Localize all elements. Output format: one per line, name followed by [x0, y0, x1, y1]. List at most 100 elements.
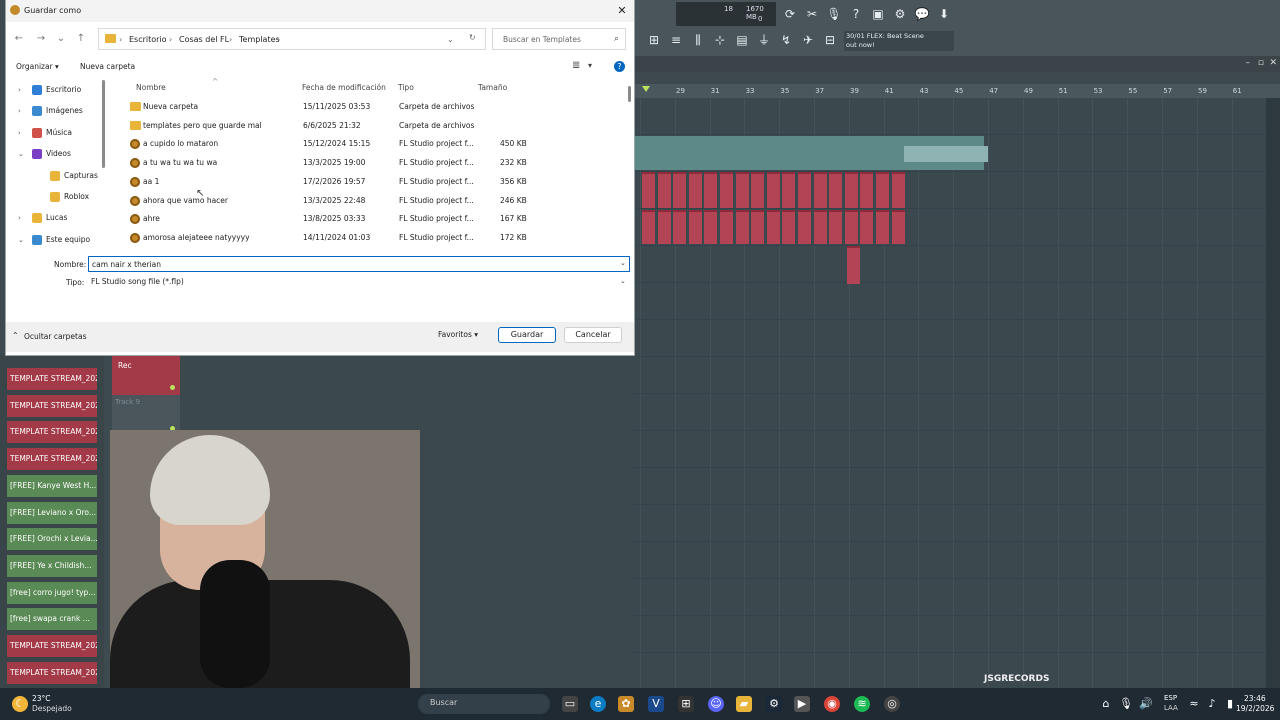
- browser-item[interactable]: TEMPLATE STREAM_2026-...: [7, 448, 97, 471]
- vegas-icon[interactable]: V: [648, 696, 664, 712]
- nav-item[interactable]: › Imágenes: [6, 101, 104, 121]
- pattern-clip[interactable]: [876, 172, 889, 208]
- pattern-clip[interactable]: [735, 210, 749, 244]
- language-indicator[interactable]: ESP: [1164, 694, 1177, 702]
- cancel-button[interactable]: Cancelar: [564, 327, 622, 343]
- plugin-icon[interactable]: ⚙: [892, 6, 908, 22]
- spotify-icon[interactable]: ≋: [854, 696, 870, 712]
- audio-clip-tail[interactable]: [904, 146, 988, 162]
- file-list-scrollbar[interactable]: [628, 86, 631, 102]
- view-dropdown-icon[interactable]: ▾: [588, 61, 592, 70]
- filetype-dropdown-icon[interactable]: ⌄: [620, 277, 626, 285]
- browser-item[interactable]: TEMPLATE STREAM_2026-...: [7, 421, 97, 444]
- pattern-clip[interactable]: [704, 172, 718, 208]
- pattern-clip[interactable]: [891, 210, 905, 244]
- dialog-close-button[interactable]: ✕: [614, 3, 630, 19]
- tool-icon[interactable]: ▤: [734, 32, 750, 48]
- tool-icon[interactable]: ✈: [800, 32, 816, 48]
- navigation-scrollbar[interactable]: [102, 80, 105, 168]
- maximize-icon[interactable]: ▫: [1258, 58, 1264, 68]
- column-header-name[interactable]: Nombre: [136, 83, 166, 92]
- pattern-clip[interactable]: [813, 172, 827, 208]
- browser-item[interactable]: TEMPLATE STREAM_202...: [7, 635, 97, 657]
- breadcrumb-item[interactable]: Templates: [239, 35, 280, 44]
- tool-icon[interactable]: ↯: [778, 32, 794, 48]
- discord-icon[interactable]: ☺: [708, 696, 724, 712]
- browser-item[interactable]: [free] corro jugo! typ...: [7, 581, 97, 604]
- fl-position-bar[interactable]: [634, 72, 1280, 84]
- help-icon[interactable]: ?: [848, 6, 864, 22]
- column-header-size[interactable]: Tamaño: [478, 83, 507, 92]
- view-options-icon[interactable]: ≣: [572, 60, 580, 71]
- weather-temp[interactable]: 23°C: [32, 694, 51, 703]
- pattern-clip[interactable]: [860, 172, 874, 208]
- obs-icon[interactable]: ◎: [884, 696, 900, 712]
- chrome-icon[interactable]: ◉: [824, 696, 840, 712]
- rec-track[interactable]: Rec: [112, 355, 180, 395]
- pattern-clip[interactable]: [688, 210, 702, 244]
- save-icon[interactable]: ▣: [870, 6, 886, 22]
- pattern-clip[interactable]: [798, 172, 811, 208]
- volume-icon[interactable]: 🔊: [1138, 696, 1154, 712]
- stream-deck-icon[interactable]: ⊞: [678, 696, 694, 712]
- refresh-icon[interactable]: ↻: [469, 33, 476, 42]
- pattern-clip[interactable]: [673, 172, 687, 208]
- minimize-icon[interactable]: –: [1246, 58, 1251, 68]
- expand-arrow-icon[interactable]: ⌄: [18, 144, 24, 164]
- browser-item[interactable]: [FREE] Orochi x Levia...: [7, 528, 97, 551]
- breadcrumb-item[interactable]: Escritorio: [129, 35, 167, 44]
- dialog-title-bar[interactable]: Guardar como ✕: [6, 0, 634, 22]
- pattern-clip[interactable]: [657, 172, 671, 208]
- mic-tray-icon[interactable]: 🎙: [1118, 696, 1134, 712]
- recent-locations-icon[interactable]: ⌄: [54, 32, 68, 46]
- pattern-clip[interactable]: [642, 210, 655, 244]
- mic-icon[interactable]: 🎙: [826, 6, 842, 22]
- hide-folders-button[interactable]: Ocultar carpetas: [24, 332, 87, 341]
- search-icon[interactable]: ⌕: [614, 34, 619, 44]
- browser-item[interactable]: [free] swapa crank ...: [7, 608, 97, 631]
- edge-icon[interactable]: e: [590, 696, 606, 712]
- filetype-select[interactable]: FL Studio song file (*.flp): [88, 274, 630, 290]
- pattern-clip[interactable]: [847, 246, 860, 284]
- file-row[interactable]: templates pero que guarde mal 6/6/2025 21…: [110, 117, 628, 135]
- tool-icon[interactable]: ≡: [668, 32, 684, 48]
- column-header-date[interactable]: Fecha de modificación: [302, 83, 386, 92]
- pattern-clip[interactable]: [829, 210, 843, 244]
- pattern-clip[interactable]: [844, 172, 858, 208]
- pattern-clip[interactable]: [751, 210, 765, 244]
- browser-item[interactable]: TEMPLATE STREAM_2026-...: [7, 394, 97, 417]
- column-header-type[interactable]: Tipo: [398, 83, 414, 92]
- filename-input[interactable]: [88, 256, 630, 272]
- plug-icon[interactable]: ⏚: [756, 32, 772, 48]
- weather-icon[interactable]: ☾: [12, 696, 28, 712]
- file-row[interactable]: a tu wa tu wa tu wa 13/3/2025 19:00 FL Stu…: [110, 154, 628, 172]
- pattern-clip[interactable]: [766, 172, 780, 208]
- nav-item[interactable]: ⌄ Videos: [6, 144, 104, 164]
- pattern-clip[interactable]: [642, 172, 655, 208]
- language-sub[interactable]: LAA: [1164, 704, 1178, 712]
- pattern-clip[interactable]: [704, 210, 718, 244]
- speaker-icon[interactable]: ♪: [1204, 696, 1220, 712]
- pattern-clip[interactable]: [798, 210, 811, 244]
- file-explorer-icon[interactable]: ▰: [736, 696, 752, 712]
- pattern-clip[interactable]: [782, 172, 796, 208]
- new-folder-button[interactable]: Nueva carpeta: [80, 62, 135, 71]
- address-bar[interactable]: › Escritorio › Cosas del FL › Templates …: [98, 28, 486, 50]
- nav-item[interactable]: Capturas: [6, 166, 104, 186]
- network-icon[interactable]: ⌂: [1098, 696, 1114, 712]
- pattern-clip[interactable]: [735, 172, 749, 208]
- back-arrow-icon[interactable]: ←: [12, 32, 26, 46]
- pattern-clip[interactable]: [673, 210, 687, 244]
- filename-dropdown-icon[interactable]: ⌄: [620, 259, 626, 267]
- file-row[interactable]: ahre 13/8/2025 03:33 FL Studio project f..…: [110, 210, 628, 228]
- forward-arrow-icon[interactable]: →: [34, 32, 48, 46]
- breadcrumb-item[interactable]: Cosas del FL: [179, 35, 229, 44]
- wifi-icon[interactable]: ≈: [1186, 696, 1202, 712]
- save-button[interactable]: Guardar: [498, 327, 556, 343]
- nav-item[interactable]: ⌄ Este equipo: [6, 230, 104, 250]
- pattern-clip[interactable]: [720, 172, 733, 208]
- chat-icon[interactable]: 💬: [914, 6, 930, 22]
- pattern-clip[interactable]: [860, 210, 874, 244]
- pattern-clip[interactable]: [720, 210, 733, 244]
- up-arrow-icon[interactable]: ↑: [74, 32, 88, 46]
